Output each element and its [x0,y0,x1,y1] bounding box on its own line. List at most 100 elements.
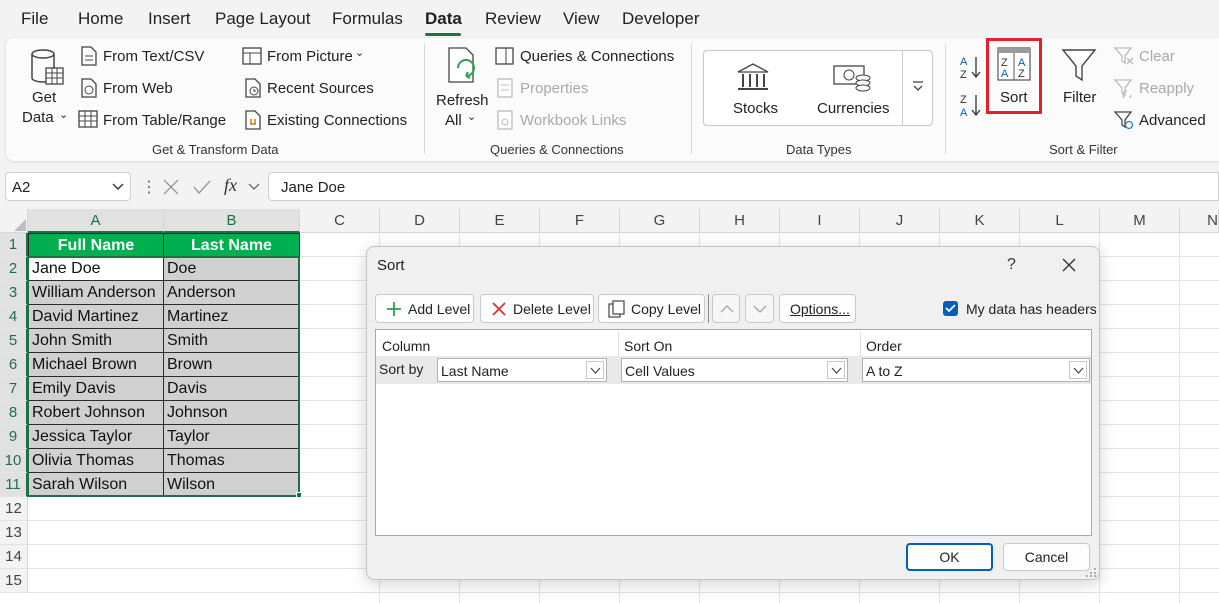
headers-checkbox-label[interactable]: My data has headers [966,301,1097,317]
cell-a3[interactable]: William Anderson [28,281,164,305]
cell-a10[interactable]: Olivia Thomas [28,449,164,473]
stocks-label: Stocks [733,100,779,117]
name-box[interactable]: A2 [5,172,131,201]
row-header-2[interactable]: 2 [0,257,28,281]
cell-a6[interactable]: Michael Brown [28,353,164,377]
confirm-entry-icon[interactable] [192,179,212,195]
column-header-l[interactable]: L [1020,209,1100,233]
cell-a5[interactable]: John Smith [28,329,164,353]
header-cell-last-name[interactable]: Last Name [164,233,300,257]
fill-handle[interactable] [296,492,302,498]
column-header-a[interactable]: A [28,209,164,233]
row-header-11[interactable]: 11 [0,473,28,497]
row-header-15[interactable]: 15 [0,569,28,593]
bank-building-icon [737,63,769,90]
sort-on-select-dropdown[interactable] [827,361,845,379]
menu-insert[interactable]: Insert [148,9,191,29]
help-button[interactable]: ? [1007,256,1016,274]
column-header-b[interactable]: B [164,209,300,233]
copy-level-button[interactable]: Copy Level [598,294,705,323]
menu-file[interactable]: File [21,9,48,29]
ok-button[interactable]: OK [906,543,993,571]
cell-b10[interactable]: Thomas [164,449,300,473]
data-types-more-button[interactable] [902,50,933,126]
row-header-9[interactable]: 9 [0,425,28,449]
sort-descending-icon: Z A [960,94,981,118]
row-header-8[interactable]: 8 [0,401,28,425]
order-select[interactable]: A to Z [862,358,1090,382]
close-icon[interactable] [1062,258,1076,272]
group-separator [945,44,946,154]
insert-function-icon[interactable]: fx [224,175,237,196]
cancel-entry-icon[interactable] [162,179,180,195]
column-select[interactable]: Last Name [437,358,607,382]
cell-b5[interactable]: Smith [164,329,300,353]
menu-page-layout[interactable]: Page Layout [215,9,310,29]
cell-a7[interactable]: Emily Davis [28,377,164,401]
select-all-corner[interactable] [0,209,28,233]
text-file-icon [81,46,97,66]
header-separator [618,332,619,356]
column-header-d[interactable]: D [380,209,460,233]
group-label-get-transform: Get & Transform Data [152,142,279,157]
cell-b2[interactable]: Doe [164,257,300,281]
menu-home[interactable]: Home [78,9,123,29]
cell-a8[interactable]: Robert Johnson [28,401,164,425]
sort-level-row[interactable]: Sort by Last Name Cell Values A to Z [376,356,1091,384]
menu-formulas[interactable]: Formulas [332,9,403,29]
resize-grip-icon[interactable] [1085,565,1097,577]
header-cell-full-name[interactable]: Full Name [28,233,164,257]
menu-view[interactable]: View [563,9,600,29]
formula-input[interactable]: Jane Doe [268,172,1219,201]
cell-b11[interactable]: Wilson [164,473,300,497]
cell-a4[interactable]: David Martinez [28,305,164,329]
options-button[interactable]: Options... [779,294,856,323]
delete-level-button[interactable]: Delete Level [480,294,594,323]
cancel-button[interactable]: Cancel [1003,543,1090,571]
column-header-i[interactable]: I [780,209,860,233]
cell-b9[interactable]: Taylor [164,425,300,449]
add-level-button[interactable]: Add Level [375,294,474,323]
headers-checkbox[interactable] [943,301,958,316]
cell-b3[interactable]: Anderson [164,281,300,305]
row-header-7[interactable]: 7 [0,377,28,401]
column-header-f[interactable]: F [540,209,620,233]
column-header-m[interactable]: M [1100,209,1180,233]
copy-icon [608,300,625,318]
column-header-h[interactable]: H [700,209,780,233]
row-header-12[interactable]: 12 [0,497,28,521]
chevron-down-icon[interactable] [248,183,260,191]
cell-a9[interactable]: Jessica Taylor [28,425,164,449]
column-header-c[interactable]: C [300,209,380,233]
menu-review[interactable]: Review [485,9,541,29]
row-header-13[interactable]: 13 [0,521,28,545]
cell-b6[interactable]: Brown [164,353,300,377]
more-options-icon[interactable]: ⋮ [141,177,157,197]
row-header-1[interactable]: 1 [0,233,28,257]
row-header-14[interactable]: 14 [0,545,28,569]
cell-b8[interactable]: Johnson [164,401,300,425]
get-data-label-1: Get [32,89,57,106]
cell-b4[interactable]: Martinez [164,305,300,329]
column-header-g[interactable]: G [620,209,700,233]
column-header-n[interactable]: N [1180,209,1219,233]
row-header-5[interactable]: 5 [0,329,28,353]
cell-a2[interactable]: Jane Doe [28,257,164,281]
move-down-button[interactable] [745,294,774,323]
row-header-3[interactable]: 3 [0,281,28,305]
column-select-dropdown[interactable] [586,361,604,379]
menu-developer[interactable]: Developer [622,9,700,29]
recent-file-icon [245,78,261,98]
menu-data[interactable]: Data [425,9,462,29]
cell-a11[interactable]: Sarah Wilson [28,473,164,497]
cell-b7[interactable]: Davis [164,377,300,401]
row-header-6[interactable]: 6 [0,353,28,377]
column-header-k[interactable]: K [940,209,1020,233]
sort-on-select[interactable]: Cell Values [621,358,848,382]
column-header-e[interactable]: E [460,209,540,233]
order-select-dropdown[interactable] [1069,361,1087,379]
row-header-4[interactable]: 4 [0,305,28,329]
move-up-button[interactable] [712,294,740,323]
row-header-10[interactable]: 10 [0,449,28,473]
column-header-j[interactable]: J [860,209,940,233]
